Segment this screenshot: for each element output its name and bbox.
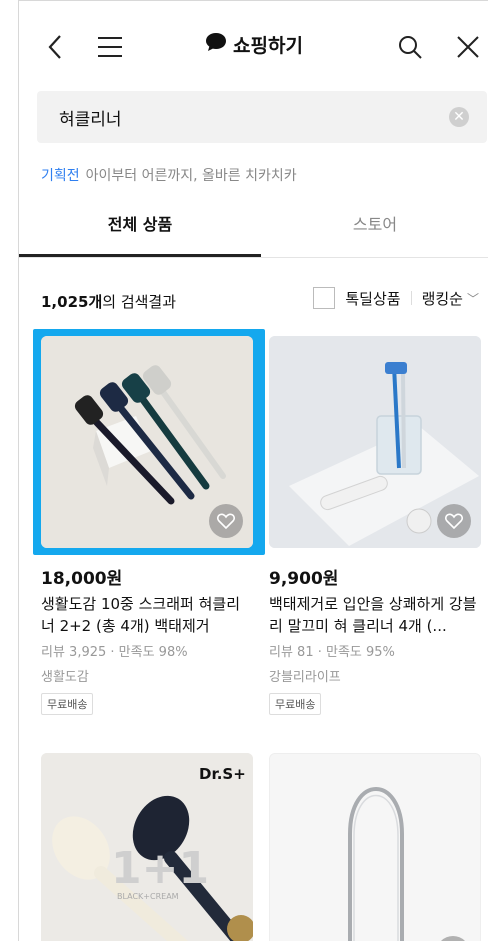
metal-tongue-scraper-illustration (270, 754, 480, 941)
product-image[interactable] (41, 336, 253, 548)
result-count: 1,025개의 검색결과 (41, 291, 176, 312)
tab-all-products[interactable]: 전체 상품 (19, 201, 261, 257)
product-name[interactable]: 백태제거로 입안을 상쾌하게 강블리 말끄미 혀 클리너 4개 (... (269, 593, 481, 637)
product-card[interactable] (269, 753, 481, 941)
talkdeal-filter-label[interactable]: 톡딜상품 (345, 288, 400, 309)
app-frame: 쇼핑하기 ✕ 기획전아이부터 어른까지, 올바른 치카치카 전체 상품 스토어 … (18, 0, 488, 941)
tab-bar: 전체 상품 스토어 (19, 201, 488, 258)
chevron-down-icon: ﹀ (466, 291, 479, 306)
product-price: 9,900원 (269, 569, 339, 589)
active-tab-indicator (19, 254, 261, 257)
product-seller[interactable]: 생활도감 (41, 666, 253, 685)
product-name[interactable]: 생활도감 10중 스크래퍼 혀클리너 2+2 (총 4개) 백태제거 (41, 593, 253, 637)
product-card[interactable]: 9,900원 백태제거로 입안을 상쾌하게 강블리 말끄미 혀 클리너 4개 (… (269, 336, 481, 715)
filter-controls: 톡딜상품 랭킹순 ﹀ (313, 287, 479, 309)
clear-search-icon[interactable]: ✕ (449, 107, 469, 127)
product-review-meta: 리뷰 81 · 만족도 95% (269, 645, 395, 660)
tab-store[interactable]: 스토어 (261, 201, 488, 257)
top-bar: 쇼핑하기 (19, 1, 488, 91)
page-title-text: 쇼핑하기 (233, 35, 303, 57)
search-input[interactable] (59, 91, 419, 143)
product-review-meta: 리뷰 3,925 · 만족도 98% (41, 645, 188, 660)
product-image[interactable] (269, 753, 481, 941)
search-box: ✕ (37, 91, 487, 143)
product-card[interactable]: 18,000원 생활도감 10중 스크래퍼 혀클리너 2+2 (총 4개) 백태… (41, 336, 253, 715)
divider (410, 291, 412, 305)
result-count-suffix: 의 검색결과 (102, 293, 177, 311)
product-card[interactable]: 1+1 BLACK+CREAM Dr.S+ (41, 753, 253, 941)
free-shipping-badge: 무료배송 (269, 693, 322, 715)
promo-banner[interactable]: 기획전 아이부터 어른까지, 올바른 치카치카 (41, 165, 297, 185)
product-image[interactable] (269, 336, 481, 548)
wishlist-heart-icon[interactable] (209, 504, 243, 538)
results-bar: 1,025개의 검색결과 톡딜상품 랭킹순 ﹀ (19, 281, 488, 321)
promo-tag: 기획전 (41, 168, 80, 184)
free-shipping-badge: 무료배송 (41, 693, 94, 715)
sort-dropdown[interactable]: 랭킹순 (422, 288, 463, 309)
close-icon[interactable] (453, 31, 483, 63)
talkdeal-checkbox[interactable] (313, 287, 336, 309)
brand-text: Dr.S+ (199, 765, 246, 783)
brush-illustration: 1+1 BLACK+CREAM Dr.S+ (41, 753, 253, 941)
product-seller[interactable]: 강블리라이프 (269, 666, 481, 685)
product-price: 18,000원 (41, 569, 123, 589)
overlay-subtext: BLACK+CREAM (117, 892, 179, 901)
chat-bubble-icon (205, 32, 227, 57)
product-image[interactable]: 1+1 BLACK+CREAM Dr.S+ (41, 753, 253, 941)
wishlist-heart-icon[interactable] (437, 504, 471, 538)
overlay-text: 1+1 (111, 843, 209, 894)
promo-text: 아이부터 어른까지, 올바른 치카치카 (85, 168, 297, 184)
result-count-number: 1,025개 (41, 293, 103, 311)
search-icon[interactable] (395, 31, 425, 63)
